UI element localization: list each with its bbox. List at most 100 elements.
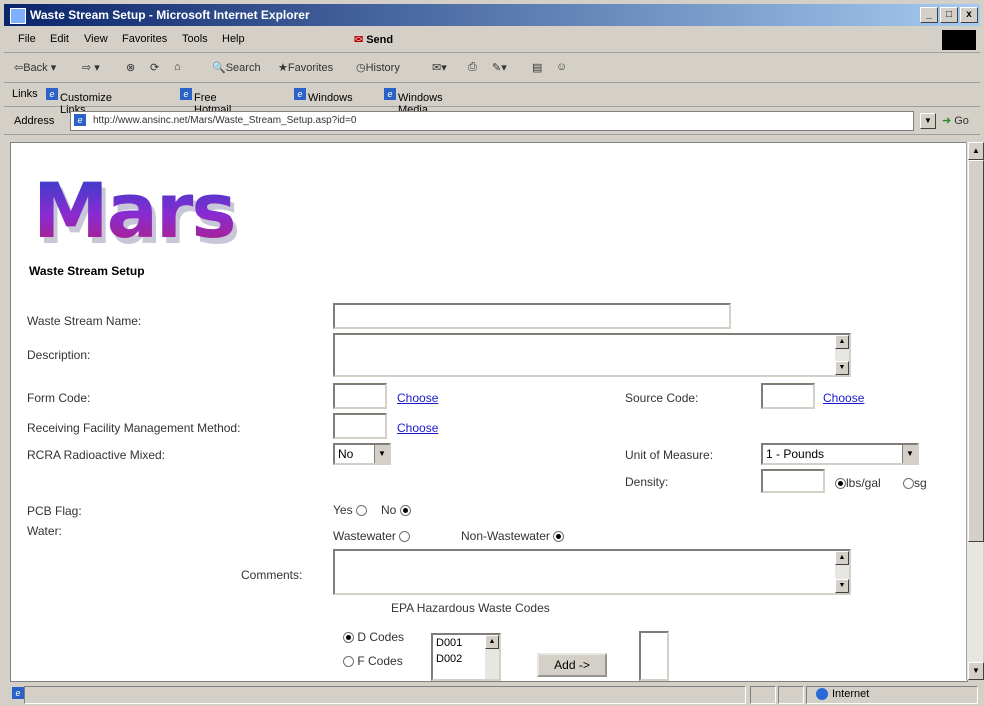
menu-view[interactable]: View (84, 33, 108, 45)
print-icon[interactable]: ⎙ (468, 61, 477, 74)
waste-stream-name-input[interactable] (333, 303, 731, 329)
page-scrollbar[interactable]: ▲ ▼ (966, 142, 984, 680)
list-item[interactable]: D002 (436, 653, 462, 665)
pcb-no-radio[interactable] (399, 505, 411, 517)
menu-edit[interactable]: Edit (50, 33, 69, 45)
d-codes-radio[interactable] (343, 632, 354, 644)
status-cell (750, 686, 776, 704)
sg-radio[interactable] (903, 478, 914, 490)
page-content: Mars Mars Waste Stream Setup Waste Strea… (10, 142, 968, 682)
scroll-thumb[interactable] (968, 160, 984, 542)
browser-window: Waste Stream Setup - Microsoft Internet … (0, 0, 984, 706)
density-sg-option[interactable]: sg (903, 476, 927, 490)
comments-textarea[interactable]: ▲ ▼ (333, 549, 851, 595)
receiving-method-choose-link[interactable]: Choose (397, 421, 438, 435)
globe-icon (816, 688, 828, 701)
link-free-hotmail[interactable]: e Free Hotmail (180, 88, 231, 116)
minimize-button[interactable]: _ (920, 7, 938, 23)
ie-page-icon: e (294, 88, 306, 101)
textarea-scrollbar[interactable]: ▲ ▼ (835, 335, 849, 375)
scroll-down-icon[interactable]: ▼ (968, 662, 984, 680)
selected-codes-listbox[interactable] (639, 631, 669, 681)
density-input[interactable] (761, 469, 825, 493)
address-bar: Address e http://www.ansinc.net/Mars/Was… (4, 108, 980, 135)
d-codes-option[interactable]: D Codes (343, 630, 404, 644)
link-customize-links[interactable]: e Customize Links (46, 88, 112, 116)
unit-of-measure-label: Unit of Measure: (625, 448, 714, 462)
form-code-label: Form Code: (27, 391, 91, 405)
address-dropdown-icon[interactable]: ▼ (920, 113, 936, 129)
density-lbs-option[interactable]: lbs/gal (835, 476, 881, 490)
listbox-scrollbar[interactable]: ▲ (485, 635, 499, 679)
density-label: Density: (625, 475, 669, 489)
scroll-up-icon[interactable]: ▲ (968, 142, 984, 160)
go-button[interactable]: Go (942, 114, 969, 127)
source-code-input[interactable] (761, 383, 815, 409)
messenger-icon[interactable]: ☺ (556, 61, 567, 73)
ie-page-icon: e (180, 88, 192, 101)
status-bar: e Internet (4, 684, 980, 704)
back-button[interactable]: ⇦Back ▾ (14, 61, 56, 74)
form-code-input[interactable] (333, 383, 387, 409)
pcb-yes-option[interactable]: Yes (333, 503, 367, 517)
form-code-choose-link[interactable]: Choose (397, 391, 438, 405)
add-code-button[interactable]: Add -> (537, 653, 607, 677)
non-wastewater-radio[interactable] (553, 531, 565, 543)
search-icon: 🔍 (212, 62, 226, 74)
link-windows-media[interactable]: e Windows Media (384, 88, 443, 116)
wastewater-radio[interactable] (399, 531, 411, 543)
standard-toolbar: ⇦Back ▾ ⇨ ▾ ⊗ ⟳ ⌂ 🔍Search ★Favorites ◷Hi… (4, 54, 980, 83)
edit-icon[interactable]: ✎▾ (492, 61, 507, 74)
non-wastewater-option[interactable]: Non-Wastewater (461, 529, 565, 543)
menu-tools[interactable]: Tools (182, 33, 208, 45)
refresh-icon[interactable]: ⟳ (150, 61, 159, 74)
close-button[interactable]: x (960, 7, 978, 23)
link-windows[interactable]: e Windows (294, 88, 353, 104)
favorites-icon: ★ (278, 62, 288, 74)
rcra-label: RCRA Radioactive Mixed: (27, 448, 166, 462)
list-item[interactable]: D001 (436, 637, 462, 649)
receiving-method-label: Receiving Facility Management Method: (27, 421, 241, 435)
home-icon[interactable]: ⌂ (174, 61, 181, 73)
history-icon: ◷ (356, 62, 366, 74)
lbs-gal-radio[interactable] (835, 478, 846, 490)
epa-codes-heading: EPA Hazardous Waste Codes (391, 601, 550, 615)
title-bar: Waste Stream Setup - Microsoft Internet … (4, 4, 980, 26)
source-code-label: Source Code: (625, 391, 699, 405)
source-code-choose-link[interactable]: Choose (823, 391, 864, 405)
pcb-yes-radio[interactable] (355, 505, 367, 517)
address-input[interactable]: e http://www.ansinc.net/Mars/Waste_Strea… (70, 111, 914, 131)
unit-of-measure-select[interactable]: 1 - Pounds ▼ (761, 443, 919, 465)
back-arrow-icon: ⇦ (14, 62, 24, 74)
history-button[interactable]: ◷History (356, 61, 400, 74)
f-codes-option[interactable]: F Codes (343, 654, 403, 668)
description-textarea[interactable]: ▲ ▼ (333, 333, 851, 377)
menu-favorites[interactable]: Favorites (122, 33, 167, 45)
window-title: Waste Stream Setup - Microsoft Internet … (30, 8, 310, 22)
forward-button[interactable]: ⇨ ▾ (82, 61, 100, 74)
f-codes-radio[interactable] (343, 656, 354, 668)
maximize-button[interactable]: □ (940, 7, 958, 23)
status-text-cell (24, 686, 746, 704)
page-title: Waste Stream Setup (29, 264, 145, 278)
ie-app-icon (10, 8, 26, 24)
receiving-method-input[interactable] (333, 413, 387, 439)
textarea-scrollbar[interactable]: ▲ ▼ (835, 551, 849, 593)
discuss-icon[interactable]: ▤ (532, 61, 542, 74)
mail-icon[interactable]: ✉▾ (432, 61, 447, 74)
waste-code-listbox[interactable]: D001 D002 ▲ (431, 633, 501, 681)
menu-help[interactable]: Help (222, 33, 245, 45)
favorites-button[interactable]: ★Favorites (278, 61, 333, 74)
search-button[interactable]: 🔍Search (212, 61, 261, 74)
menu-file[interactable]: File (18, 33, 36, 45)
waste-stream-name-label: Waste Stream Name: (27, 314, 142, 328)
wastewater-option[interactable]: Wastewater (333, 529, 411, 543)
pcb-flag-label: PCB Flag: (27, 504, 82, 518)
rcra-select[interactable]: No ▼ (333, 443, 391, 465)
stop-icon[interactable]: ⊗ (126, 61, 135, 74)
send-button[interactable]: Send (354, 33, 393, 46)
windows-logo-icon (942, 30, 976, 50)
pcb-no-option[interactable]: No (381, 503, 411, 517)
water-label: Water: (27, 524, 62, 538)
chevron-down-icon: ▼ (902, 445, 917, 463)
